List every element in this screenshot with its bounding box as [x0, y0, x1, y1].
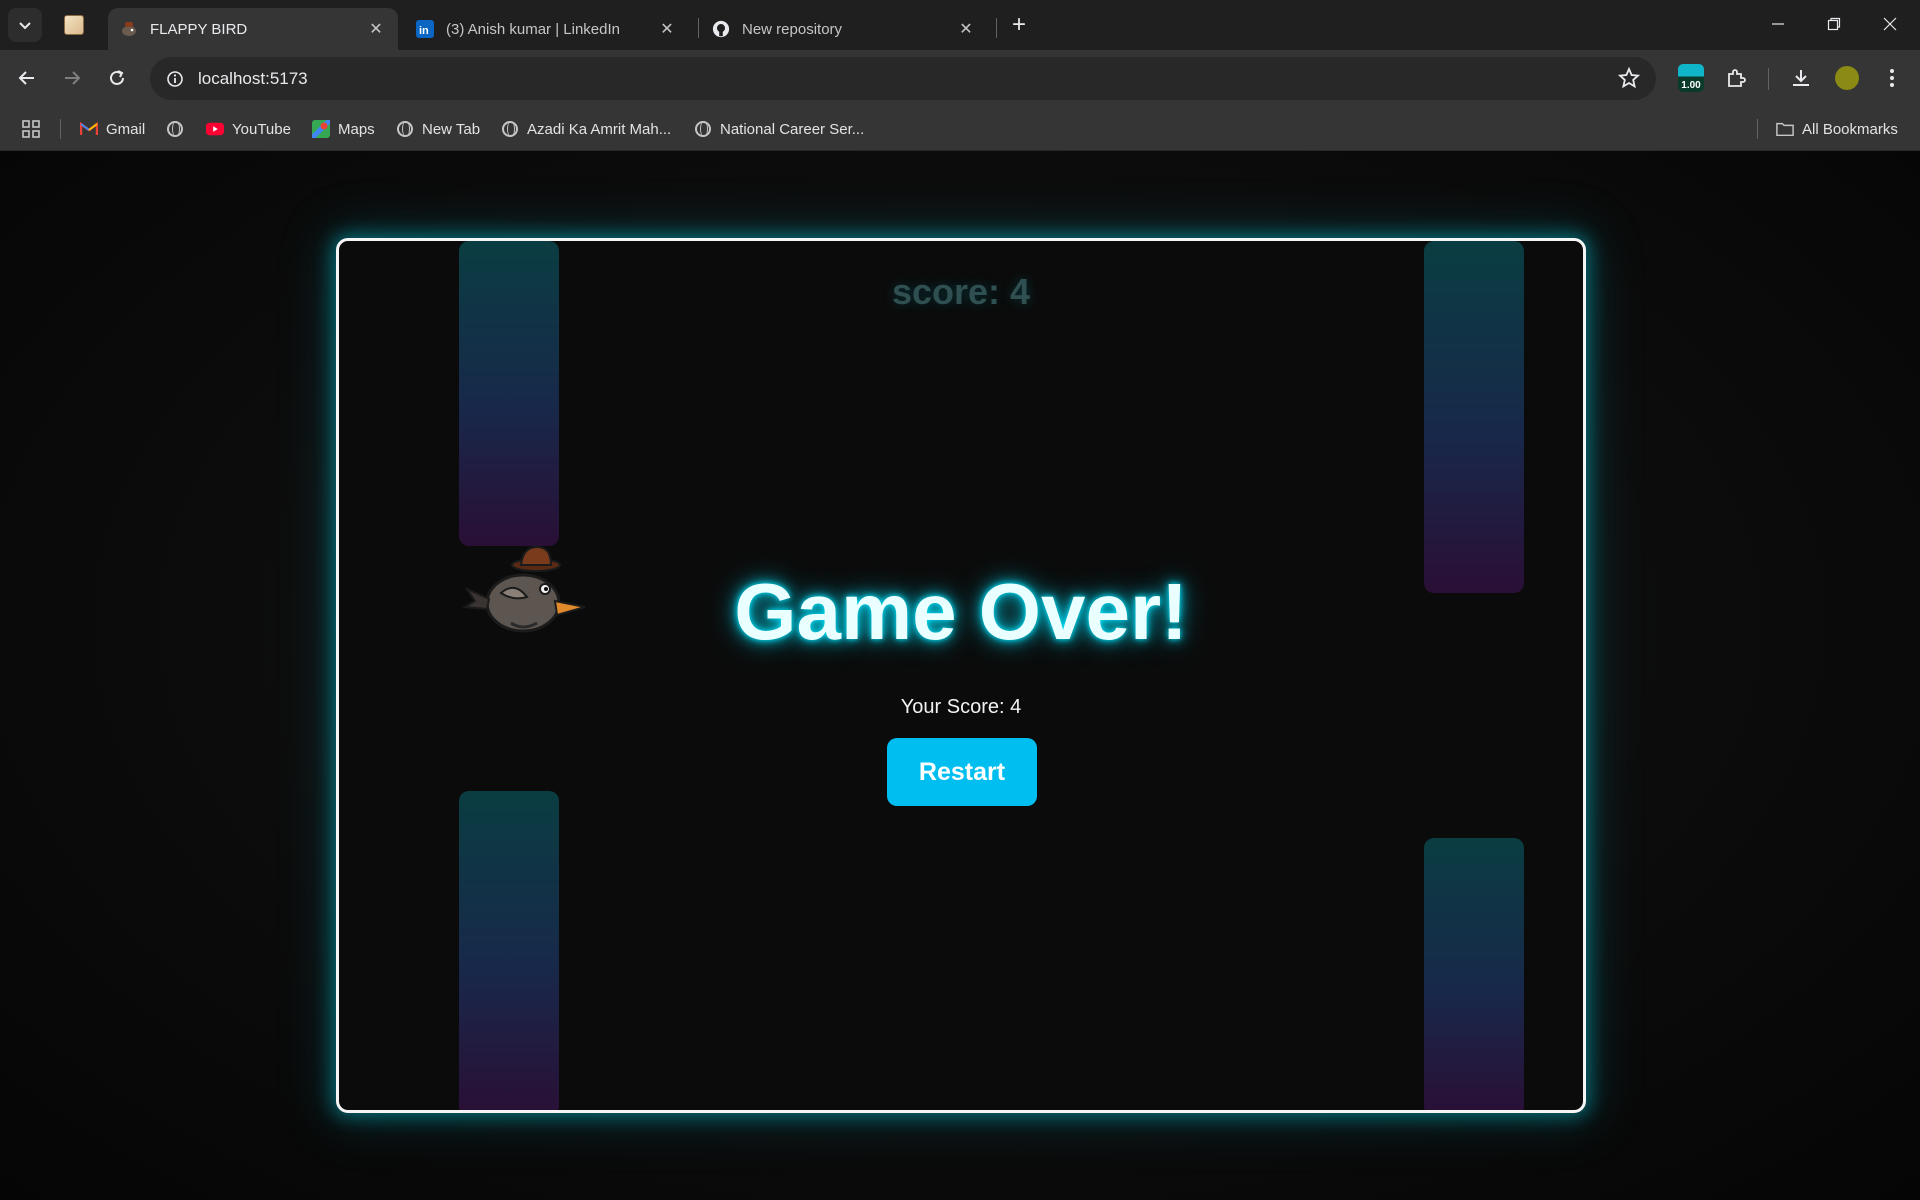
- globe-icon: [396, 120, 414, 138]
- tab-search-button[interactable]: [8, 8, 42, 42]
- tab-linkedin[interactable]: in (3) Anish kumar | LinkedIn ✕: [404, 8, 689, 50]
- gmail-icon: [80, 120, 98, 138]
- bookmark-new-tab[interactable]: New Tab: [396, 117, 480, 141]
- tab-github[interactable]: New repository ✕: [700, 8, 988, 50]
- close-icon[interactable]: ✕: [657, 19, 677, 39]
- tab-flappy-bird[interactable]: FLAPPY BIRD ✕: [108, 8, 398, 50]
- bookmark-maps[interactable]: Maps: [312, 117, 375, 141]
- bookmark-label: Maps: [338, 120, 375, 138]
- toolbar-separator: [1768, 68, 1769, 90]
- download-icon: [1793, 70, 1809, 86]
- bookmark-label: New Tab: [422, 120, 481, 138]
- apps-grid-icon: [22, 120, 40, 138]
- tab-title: FLAPPY BIRD: [150, 20, 248, 38]
- minimize-icon: [1772, 23, 1784, 25]
- pinned-tab[interactable]: [58, 10, 90, 40]
- arrow-right-icon: [65, 71, 81, 85]
- bookmark-label: Azadi Ka Amrit Mah...: [527, 120, 672, 138]
- apps-button[interactable]: [21, 117, 41, 141]
- maps-icon: [312, 120, 330, 138]
- page-viewport: score: 4 Game Over! Your Score: 4 Restar…: [0, 151, 1920, 1200]
- bookmarks-separator: [60, 119, 61, 139]
- bookmark-star-icon[interactable]: [1617, 66, 1641, 94]
- tab-title: New repository: [742, 20, 843, 38]
- score-display: score: 4: [891, 271, 1031, 312]
- profile-button[interactable]: [1831, 62, 1863, 94]
- bookmark-national-career[interactable]: National Career Ser...: [694, 117, 864, 141]
- arrow-left-icon: [18, 71, 34, 85]
- url-text: localhost:5173: [198, 68, 308, 88]
- new-tab-button[interactable]: +: [1005, 11, 1033, 39]
- bookmark-azadi[interactable]: Azadi Ka Amrit Mah...: [501, 117, 671, 141]
- close-icon[interactable]: ✕: [956, 19, 976, 39]
- bookmark-label: Gmail: [106, 120, 146, 138]
- restart-button[interactable]: Restart: [887, 738, 1037, 806]
- svg-text:in: in: [419, 25, 429, 37]
- linkedin-icon: in: [416, 20, 434, 38]
- puzzle-icon: [1728, 69, 1746, 87]
- restore-button[interactable]: [1806, 0, 1862, 48]
- tab-title: (3) Anish kumar | LinkedIn: [446, 20, 620, 38]
- forward-button[interactable]: [56, 62, 88, 94]
- all-bookmarks-button[interactable]: All Bookmarks: [1776, 117, 1898, 141]
- extensions-button[interactable]: [1720, 62, 1752, 94]
- globe-icon: [501, 120, 519, 138]
- tab-strip: FLAPPY BIRD ✕ in (3) Anish kumar | Linke…: [0, 0, 1920, 50]
- close-icon[interactable]: ✕: [366, 19, 386, 39]
- pipe-bottom: [1424, 838, 1524, 1110]
- tab-separator: [996, 18, 997, 38]
- final-score-text: Your Score: 4: [900, 696, 1022, 718]
- bookmarks-bar: Gmail YouTube Maps New Tab Azadi Ka Amri…: [0, 107, 1920, 151]
- all-bookmarks-label: All Bookmarks: [1802, 120, 1898, 138]
- more-vertical-icon: [1890, 69, 1894, 87]
- downloads-button[interactable]: [1785, 62, 1817, 94]
- globe-icon: [166, 120, 184, 138]
- reload-icon: [110, 70, 124, 85]
- globe-icon: [694, 120, 712, 138]
- reload-button[interactable]: [101, 62, 133, 94]
- avatar: [1835, 66, 1859, 90]
- bookmark-label: National Career Ser...: [720, 120, 865, 138]
- bookmark-youtube[interactable]: YouTube: [206, 117, 291, 141]
- game-canvas[interactable]: score: 4 Game Over! Your Score: 4 Restar…: [336, 238, 1586, 1113]
- restore-icon: [1827, 17, 1841, 31]
- youtube-icon: [206, 120, 224, 138]
- minimize-button[interactable]: [1750, 0, 1806, 48]
- extension-icon: 1.00: [1678, 64, 1704, 92]
- site-info-icon[interactable]: [162, 66, 188, 92]
- pinned-tab-favicon-icon: [64, 15, 84, 35]
- close-icon: [1883, 17, 1897, 31]
- pipe-bottom: [459, 791, 559, 1110]
- folder-icon: [1776, 120, 1794, 138]
- tab-separator: [698, 18, 699, 38]
- extension-badge-button[interactable]: 1.00: [1675, 62, 1707, 94]
- chevron-down-icon: [19, 22, 31, 30]
- bookmark-globe[interactable]: [166, 117, 192, 141]
- github-icon: [712, 20, 730, 38]
- bookmark-label: YouTube: [232, 120, 291, 138]
- back-button[interactable]: [11, 62, 43, 94]
- plus-icon: +: [1011, 11, 1026, 38]
- extension-badge-text: 1.00: [1681, 80, 1701, 91]
- bookmark-gmail[interactable]: Gmail: [80, 117, 145, 141]
- bird-favicon-icon: [120, 20, 138, 38]
- bookmarks-separator: [1757, 119, 1758, 139]
- browser-toolbar: localhost:5173 1.00: [0, 50, 1920, 107]
- game-over-title: Game Over!: [734, 567, 1188, 656]
- address-bar[interactable]: localhost:5173: [150, 57, 1656, 100]
- window-close-button[interactable]: [1862, 0, 1918, 48]
- menu-button[interactable]: [1876, 62, 1908, 94]
